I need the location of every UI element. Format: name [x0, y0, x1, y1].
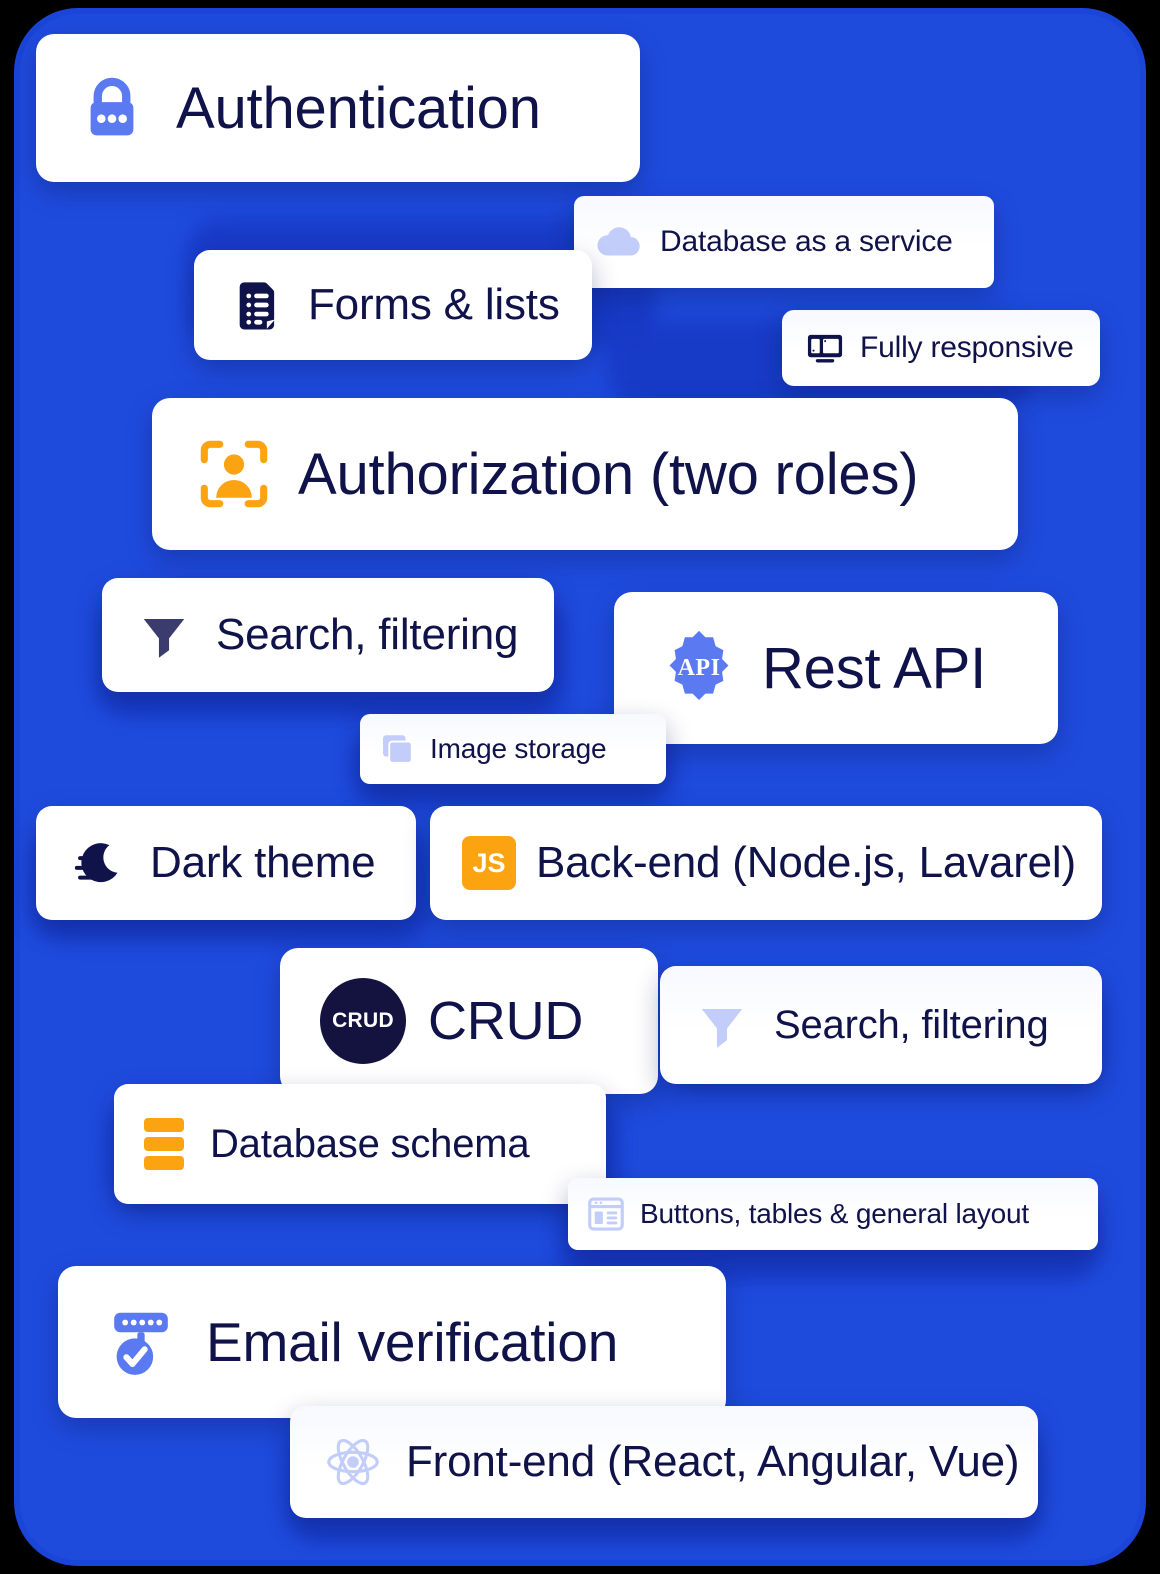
feature-label: Search, filtering	[774, 1002, 1049, 1047]
feature-label: Authentication	[176, 75, 541, 141]
feature-card-image-storage[interactable]: Image storage	[360, 714, 666, 784]
feature-card-email-verification[interactable]: Email verification	[58, 1266, 726, 1418]
monitor-icon	[804, 327, 846, 369]
crud-icon-text: CRUD	[332, 1009, 394, 1032]
feature-label: Search, filtering	[216, 610, 519, 659]
feature-label: Image storage	[430, 733, 607, 764]
react-atom-icon	[322, 1431, 384, 1493]
feature-label: Database schema	[210, 1121, 530, 1166]
funnel-icon	[134, 605, 194, 665]
feature-label: Forms & lists	[308, 280, 560, 329]
feature-card-authentication[interactable]: Authentication	[36, 34, 640, 182]
feature-card-rest-api[interactable]: API Rest API	[614, 592, 1058, 744]
feature-card-front-end[interactable]: Front-end (React, Angular, Vue)	[290, 1406, 1038, 1518]
api-icon-text: API	[677, 654, 721, 681]
feature-card-search-filtering-secondary[interactable]: Search, filtering	[660, 966, 1102, 1084]
crud-circle-icon: CRUD	[320, 978, 406, 1064]
js-badge-icon: JS	[462, 836, 516, 890]
images-icon	[378, 729, 418, 769]
feature-label: Fully responsive	[860, 331, 1074, 364]
feature-label: Buttons, tables & general layout	[640, 1198, 1029, 1229]
feature-card-database-as-a-service[interactable]: Database as a service	[574, 196, 994, 288]
user-scan-icon	[196, 436, 272, 512]
funnel-icon	[692, 995, 752, 1055]
document-list-icon	[226, 275, 286, 335]
feature-card-fully-responsive[interactable]: Fully responsive	[782, 310, 1100, 386]
feature-label: Back-end (Node.js, Lavarel)	[536, 838, 1076, 887]
feature-card-buttons-tables[interactable]: Buttons, tables & general layout	[568, 1178, 1098, 1250]
moon-icon	[68, 833, 128, 893]
api-gear-icon: API	[658, 627, 740, 709]
feature-card-authorization[interactable]: Authorization (two roles)	[152, 398, 1018, 550]
feature-label: Database as a service	[660, 225, 953, 258]
feature-label: CRUD	[428, 991, 584, 1051]
feature-label: Front-end (React, Angular, Vue)	[406, 1437, 1020, 1486]
feature-label: Authorization (two roles)	[298, 441, 919, 507]
js-icon-text: JS	[472, 847, 506, 878]
verified-field-icon	[102, 1303, 180, 1381]
feature-card-search-filtering-primary[interactable]: Search, filtering	[102, 578, 554, 692]
feature-card-back-end[interactable]: JS Back-end (Node.js, Lavarel)	[430, 806, 1102, 920]
feature-card-forms-lists[interactable]: Forms & lists	[194, 250, 592, 360]
feature-badges-collage: Authentication Database as a service For…	[0, 0, 1160, 1574]
layout-panel-icon	[586, 1194, 626, 1234]
feature-card-dark-theme[interactable]: Dark theme	[36, 806, 416, 920]
feature-card-database-schema[interactable]: Database schema	[114, 1084, 606, 1204]
feature-card-crud[interactable]: CRUD CRUD	[280, 948, 658, 1094]
feature-label: Email verification	[206, 1311, 619, 1373]
db-stack-icon	[140, 1116, 188, 1172]
lock-icon	[74, 70, 150, 146]
feature-label: Dark theme	[150, 838, 376, 887]
cloud-icon	[592, 215, 646, 269]
feature-label: Rest API	[762, 635, 987, 701]
